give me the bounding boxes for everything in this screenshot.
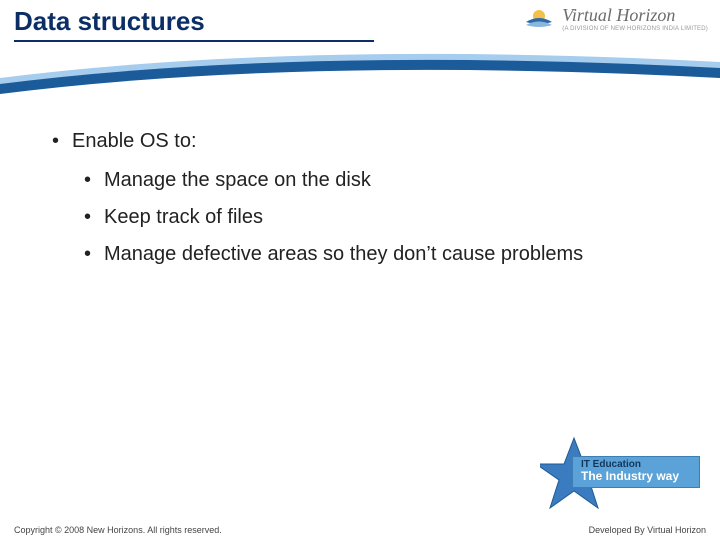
brand-logo: Virtual Horizon (A DIVISION OF NEW HORIZ…	[524, 4, 708, 34]
copyright-text: Copyright © 2008 New Horizons. All right…	[14, 525, 222, 535]
slide: { "header": { "title": "Data structures"…	[0, 0, 720, 540]
slide-body: Enable OS to: Manage the space on the di…	[48, 130, 680, 280]
bullet-main: Enable OS to:	[48, 130, 680, 153]
badge-label: IT Education The Industry way	[572, 456, 700, 488]
horizon-icon	[524, 4, 554, 34]
title-underline	[14, 40, 374, 42]
slide-title: Data structures	[14, 6, 205, 37]
brand-name: Virtual Horizon	[562, 6, 708, 24]
it-education-badge: IT Education The Industry way	[540, 434, 700, 514]
badge-line2: The Industry way	[581, 470, 691, 483]
bullet-sub: Keep track of files	[80, 206, 680, 229]
developed-by-text: Developed By Virtual Horizon	[589, 525, 706, 535]
bullet-sub: Manage defective areas so they don’t cau…	[80, 243, 680, 266]
bullet-sub: Manage the space on the disk	[80, 169, 680, 192]
footer: Copyright © 2008 New Horizons. All right…	[0, 518, 720, 540]
brand-tagline: (A DIVISION OF NEW HORIZONS INDIA LIMITE…	[562, 26, 708, 32]
ribbon-decoration	[0, 44, 720, 104]
